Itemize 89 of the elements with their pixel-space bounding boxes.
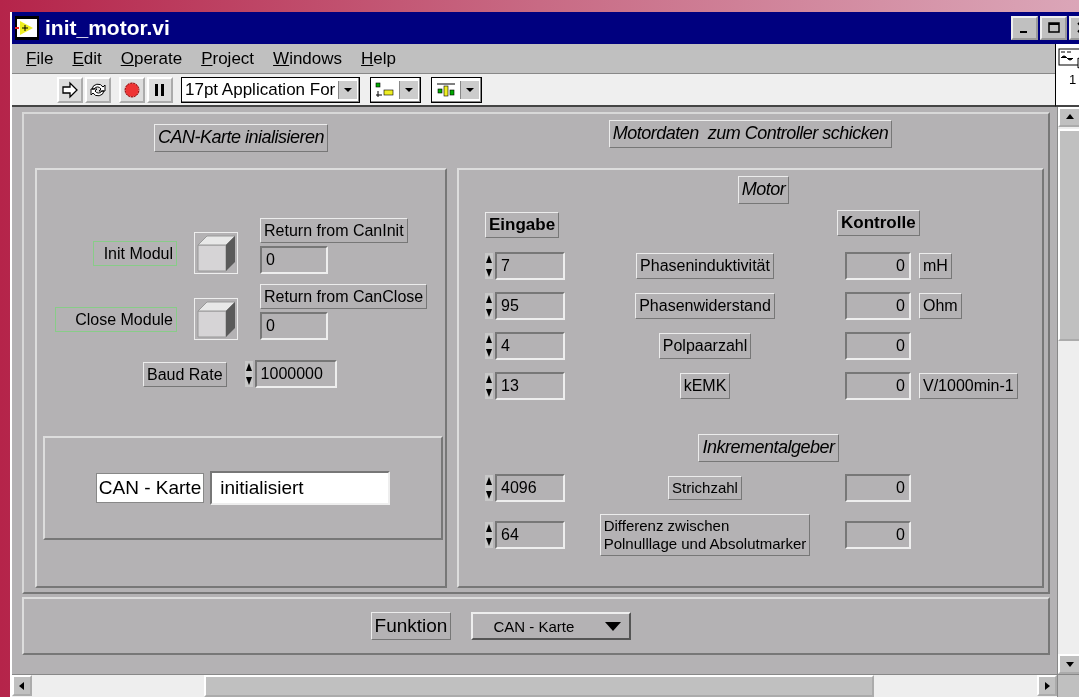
parameter-label: Phaseninduktivität — [636, 253, 774, 279]
column-heading: Eingabe — [485, 211, 560, 238]
toggle-button[interactable] — [194, 298, 238, 341]
scroll-up-button[interactable] — [1058, 107, 1079, 127]
group-label: Inkrementalgeber — [698, 434, 839, 462]
button-label: Init Modul — [93, 241, 177, 267]
numeric-input[interactable]: 1000000 — [254, 360, 337, 389]
caret-icon — [399, 80, 419, 99]
menu-item[interactable]: Windows — [273, 48, 343, 69]
toggle-button[interactable] — [194, 232, 238, 275]
spinner-icon[interactable] — [485, 521, 493, 548]
size-grip[interactable] — [1058, 674, 1079, 697]
stop-icon — [122, 79, 142, 100]
unit-label: mH — [919, 253, 952, 279]
left-arrow-icon — [17, 680, 27, 691]
string-label: CAN - Karte — [95, 473, 205, 504]
parameter-label: Differenz zwischen Polnulllage und Absolutmarker — [599, 513, 811, 556]
caret-icon — [603, 620, 624, 632]
font-dropdown[interactable]: 17pt Application For — [181, 76, 361, 103]
connector-number: 1 — [1068, 72, 1077, 87]
pause-button[interactable] — [147, 76, 173, 103]
parameter-label: Phasenwiderstand — [635, 293, 775, 319]
spinner-icon[interactable] — [485, 293, 493, 319]
indicator-label: Return from CanInit — [260, 218, 408, 244]
section-label: Motordaten zum Controller schicken — [608, 120, 893, 148]
vi-icon — [1057, 48, 1079, 72]
numeric-indicator: 0 — [260, 246, 328, 275]
up-arrow-icon — [1065, 112, 1075, 122]
function-label: Funktion — [370, 611, 452, 641]
menu-item[interactable]: File — [26, 48, 54, 69]
numeric-indicator: 0 — [845, 292, 911, 320]
vi-icon — [15, 16, 39, 40]
arrow-icon — [60, 79, 80, 100]
maximize-icon — [1045, 21, 1062, 35]
maximize-button[interactable] — [1040, 16, 1067, 40]
numeric-input[interactable]: 7 — [495, 252, 565, 280]
numeric-input[interactable]: 4096 — [495, 473, 565, 502]
spinner-icon[interactable] — [485, 333, 493, 359]
run-button[interactable] — [57, 76, 83, 103]
numeric-indicator: 0 — [845, 332, 911, 360]
distribute-icon — [435, 80, 458, 99]
numeric-input[interactable]: 13 — [495, 372, 565, 400]
menu-item[interactable]: Edit — [72, 48, 102, 69]
abort-button[interactable] — [119, 76, 145, 103]
parameter-label: kEMK — [679, 373, 731, 399]
menu-item[interactable]: Help — [361, 48, 396, 69]
section-label: CAN-Karte inialisieren — [153, 124, 329, 152]
numeric-input[interactable]: 4 — [495, 332, 565, 360]
numeric-indicator: 0 — [845, 372, 911, 400]
numeric-input[interactable]: 95 — [495, 292, 565, 320]
numeric-indicator: 0 — [260, 312, 328, 341]
align-dropdown[interactable] — [370, 76, 422, 103]
unit-label: Ohm — [919, 293, 962, 319]
scroll-down-button[interactable] — [1058, 654, 1079, 674]
parameter-label: Polpaarzahl — [658, 333, 752, 359]
numeric-indicator: 0 — [845, 520, 911, 549]
minimize-button[interactable] — [1011, 16, 1038, 40]
spinner-icon[interactable] — [244, 361, 253, 388]
cube-icon — [194, 298, 238, 341]
indicator-label: Return from CanClose — [260, 284, 428, 310]
menu-item[interactable]: Project — [201, 48, 255, 69]
window-title: init_motor.vi — [45, 16, 171, 40]
distribute-dropdown[interactable] — [431, 76, 483, 103]
numeric-indicator: 0 — [845, 473, 911, 502]
caret-icon — [338, 80, 358, 99]
numeric-input[interactable]: 64 — [495, 520, 565, 549]
spinner-icon[interactable] — [485, 253, 493, 279]
menu-item[interactable]: Operate — [120, 48, 183, 69]
unit-label: V/1000min-1 — [919, 373, 1018, 399]
cube-icon — [194, 232, 238, 275]
run-continuously-button[interactable] — [85, 76, 111, 103]
down-arrow-icon — [1065, 659, 1075, 669]
scroll-left-button[interactable] — [12, 675, 32, 696]
scroll-right-button[interactable] — [1037, 675, 1057, 696]
numeric-indicator: 0 — [845, 252, 911, 280]
button-label: Close Module — [55, 307, 177, 333]
align-icon — [374, 80, 397, 99]
string-indicator: initialisiert — [210, 471, 391, 506]
spinner-icon[interactable] — [485, 373, 493, 399]
spinner-icon[interactable] — [485, 474, 493, 501]
column-heading: Kontrolle — [837, 209, 920, 236]
caret-icon — [460, 80, 480, 99]
right-arrow-icon — [1042, 680, 1052, 691]
connector-pane[interactable]: 1 — [1055, 44, 1079, 107]
parameter-label: Strichzahl — [668, 475, 742, 500]
function-dropdown[interactable]: CAN - Karte — [471, 612, 632, 640]
group-label: Motor — [737, 176, 790, 204]
baud-rate-label: Baud Rate — [143, 361, 227, 387]
minimize-icon — [1020, 31, 1027, 33]
